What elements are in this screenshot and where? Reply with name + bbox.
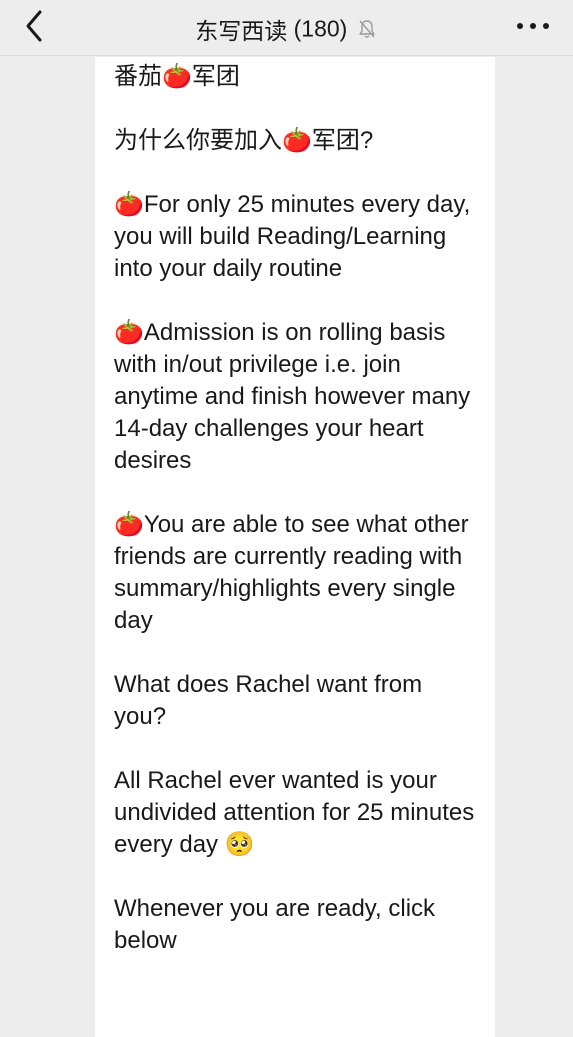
more-options-button[interactable] bbox=[515, 14, 551, 38]
message-paragraph: 🍅For only 25 minutes every day, you will… bbox=[114, 191, 471, 282]
message-paragraph: 番茄🍅军团 bbox=[114, 63, 240, 90]
message-paragraph: 为什么你要加入🍅军团? bbox=[114, 127, 374, 154]
member-count: (180) bbox=[293, 15, 348, 42]
message-paragraph: All Rachel ever wanted is your undivided… bbox=[114, 767, 475, 858]
message-bubble[interactable]: 番茄🍅军团 为什么你要加入🍅军团? 🍅For only 25 minutes e… bbox=[95, 57, 495, 1037]
chat-header: 东写西读 (180) bbox=[0, 0, 573, 56]
message-paragraph: Whenever you are ready, click below bbox=[114, 895, 436, 954]
chat-title: 东写西读 (180) bbox=[0, 12, 573, 46]
message-paragraph: 🍅You are able to see what other friends … bbox=[114, 511, 469, 634]
message-paragraph: 🍅Admission is on rolling basis with in/o… bbox=[114, 319, 471, 474]
message-paragraph: What does Rachel want from you? bbox=[114, 671, 423, 730]
bell-slash-icon bbox=[359, 20, 375, 38]
group-name: 东写西读 bbox=[195, 18, 288, 44]
